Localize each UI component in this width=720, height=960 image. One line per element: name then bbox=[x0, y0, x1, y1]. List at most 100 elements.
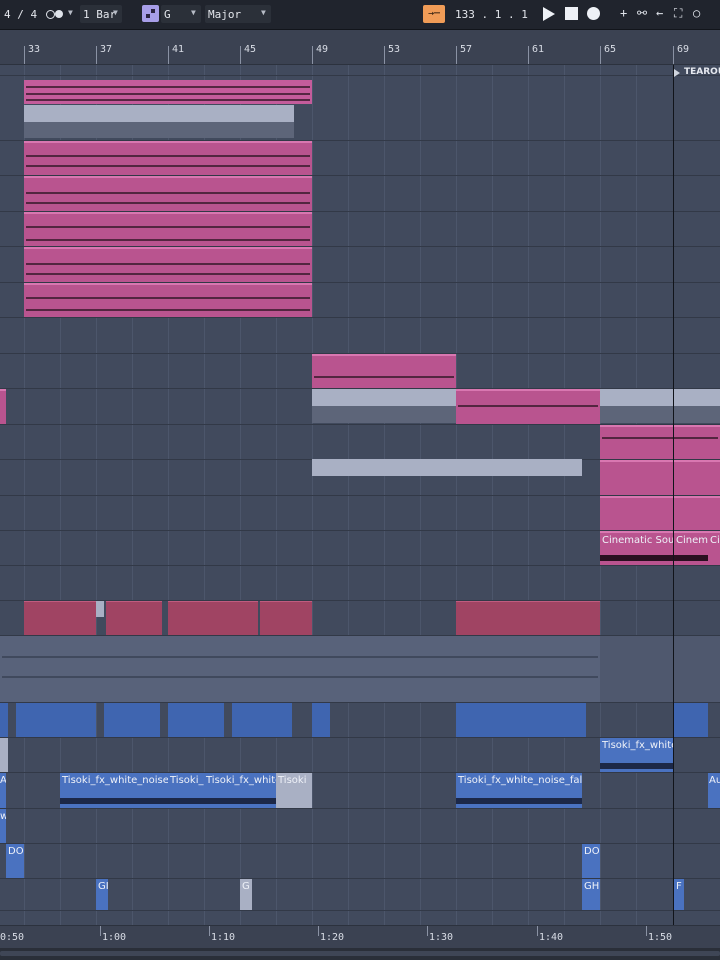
clip-name: Tisoki_fx_white bbox=[206, 775, 276, 786]
playhead[interactable] bbox=[673, 65, 674, 925]
audio-clip[interactable] bbox=[106, 601, 162, 635]
clip-name: Au bbox=[709, 775, 720, 786]
chevron-down-icon[interactable]: ▼ bbox=[113, 8, 118, 17]
locator-label[interactable]: TEAROU bbox=[684, 67, 720, 77]
midi-clip[interactable] bbox=[312, 354, 456, 388]
midi-notes bbox=[26, 263, 310, 265]
audio-clip[interactable]: GI bbox=[96, 879, 108, 910]
audio-clip[interactable]: Tisoki_fx_white bbox=[600, 738, 674, 772]
bar-number: 41 bbox=[172, 44, 185, 55]
chevron-down-icon[interactable]: ▼ bbox=[68, 8, 73, 17]
midi-clip-muted[interactable] bbox=[600, 389, 720, 406]
audio-clip-muted[interactable]: Tisoki bbox=[276, 773, 312, 808]
bar-ruler[interactable]: 33 37 41 45 49 53 57 61 65 69 bbox=[0, 30, 720, 65]
clip-name: Cinematic Soun bbox=[602, 535, 673, 546]
time-signature[interactable]: 4 / 4 bbox=[4, 8, 37, 21]
audio-clip[interactable]: DOI bbox=[582, 844, 600, 878]
audio-clip[interactable] bbox=[260, 601, 312, 635]
midi-clip[interactable] bbox=[600, 460, 720, 495]
audio-clip[interactable] bbox=[232, 703, 292, 737]
audio-clip[interactable]: Tisoki_ bbox=[168, 773, 204, 808]
audio-clip[interactable]: Cinematic Soun bbox=[600, 531, 673, 565]
audio-clip[interactable] bbox=[456, 601, 600, 635]
clip-name: Tisoki_ bbox=[170, 775, 204, 786]
follow-icon[interactable]: →⋯ bbox=[423, 5, 445, 23]
scrollbar-thumb[interactable] bbox=[0, 951, 720, 956]
clip-name: GH bbox=[584, 881, 600, 892]
midi-notes bbox=[26, 297, 310, 299]
audio-clip[interactable]: F bbox=[674, 879, 684, 910]
audio-clip[interactable] bbox=[96, 601, 104, 617]
metronome-dot-icon[interactable] bbox=[55, 10, 63, 18]
audio-clip[interactable] bbox=[16, 703, 96, 737]
automation-icon[interactable]: ⚯ bbox=[637, 6, 647, 20]
midi-clip[interactable] bbox=[24, 283, 312, 317]
midi-clip-muted[interactable] bbox=[600, 406, 720, 423]
loop-icon[interactable]: ⛶ bbox=[674, 6, 682, 21]
midi-clip-muted[interactable] bbox=[312, 389, 456, 406]
time-tick bbox=[646, 926, 647, 936]
bar-number: 61 bbox=[532, 44, 545, 55]
add-icon[interactable]: + bbox=[620, 6, 627, 20]
audio-clip[interactable]: Tisoki_fx_white bbox=[204, 773, 276, 808]
audio-clip[interactable]: Tisoki_fx_white_noise bbox=[60, 773, 168, 808]
midi-clip[interactable] bbox=[600, 425, 720, 459]
midi-clip[interactable] bbox=[600, 496, 720, 530]
audio-clip[interactable]: A bbox=[0, 773, 6, 808]
group-track-clip[interactable] bbox=[0, 636, 600, 702]
audio-clip[interactable] bbox=[312, 703, 330, 737]
midi-clip-muted[interactable] bbox=[312, 459, 582, 476]
midi-notes bbox=[314, 376, 454, 378]
audio-clip[interactable] bbox=[168, 601, 258, 635]
midi-clip-muted[interactable] bbox=[312, 406, 456, 423]
midi-clip-muted[interactable] bbox=[24, 105, 294, 122]
punch-icon[interactable]: ○ bbox=[693, 6, 700, 20]
metronome-icon[interactable] bbox=[46, 10, 55, 19]
midi-clip[interactable] bbox=[24, 141, 312, 175]
midi-clip[interactable] bbox=[24, 80, 312, 104]
midi-clip-muted[interactable] bbox=[24, 122, 294, 138]
audio-clip[interactable]: GH bbox=[582, 879, 600, 910]
audio-clip[interactable]: w bbox=[0, 809, 6, 843]
bar-number: 33 bbox=[28, 44, 41, 55]
audio-clip[interactable]: Tisoki_fx_white_noise_fall bbox=[456, 773, 582, 808]
time-ruler[interactable]: 0:50 1:00 1:10 1:20 1:30 1:40 1:50 bbox=[0, 925, 720, 949]
midi-clip[interactable] bbox=[24, 176, 312, 211]
audio-clip[interactable]: Au bbox=[708, 773, 720, 808]
midi-clip[interactable] bbox=[0, 389, 6, 424]
record-icon[interactable] bbox=[587, 7, 600, 20]
time-tick bbox=[427, 926, 428, 936]
audio-clip[interactable] bbox=[0, 738, 8, 772]
track-divider bbox=[0, 808, 720, 809]
audio-clip[interactable] bbox=[104, 703, 160, 737]
audio-clip-muted[interactable]: G bbox=[240, 879, 252, 910]
chevron-down-icon[interactable]: ▼ bbox=[261, 8, 266, 17]
back-to-arrangement-icon[interactable]: ← bbox=[656, 6, 663, 20]
audio-clip[interactable] bbox=[168, 703, 224, 737]
horizontal-scrollbar[interactable] bbox=[0, 948, 720, 960]
scale-icon[interactable] bbox=[142, 5, 159, 22]
bar-number: 53 bbox=[388, 44, 401, 55]
chevron-down-icon[interactable]: ▼ bbox=[191, 8, 196, 17]
group-track-clip[interactable] bbox=[600, 636, 720, 702]
audio-clip[interactable]: DOI bbox=[6, 844, 24, 878]
audio-clip[interactable]: Cinema bbox=[674, 531, 708, 565]
midi-clip[interactable] bbox=[456, 389, 600, 424]
audio-waveform bbox=[204, 798, 276, 804]
locator-icon[interactable] bbox=[674, 69, 680, 77]
audio-clip[interactable]: Ci bbox=[708, 531, 720, 565]
audio-clip[interactable] bbox=[0, 703, 8, 737]
clip-name: A bbox=[0, 775, 6, 786]
audio-clip[interactable] bbox=[456, 703, 586, 737]
audio-clip[interactable] bbox=[674, 703, 708, 737]
midi-clip[interactable] bbox=[24, 247, 312, 282]
song-position[interactable]: 133 . 1 . 1 bbox=[455, 8, 528, 21]
midi-clip[interactable] bbox=[24, 212, 312, 246]
arrangement-view[interactable]: TEAROU Cinem bbox=[0, 65, 720, 925]
midi-notes bbox=[26, 226, 310, 228]
audio-clip[interactable] bbox=[24, 601, 96, 635]
play-icon[interactable] bbox=[543, 7, 555, 21]
bar-tick bbox=[312, 46, 313, 64]
stop-icon[interactable] bbox=[565, 7, 578, 20]
clip-name: w bbox=[0, 811, 6, 822]
